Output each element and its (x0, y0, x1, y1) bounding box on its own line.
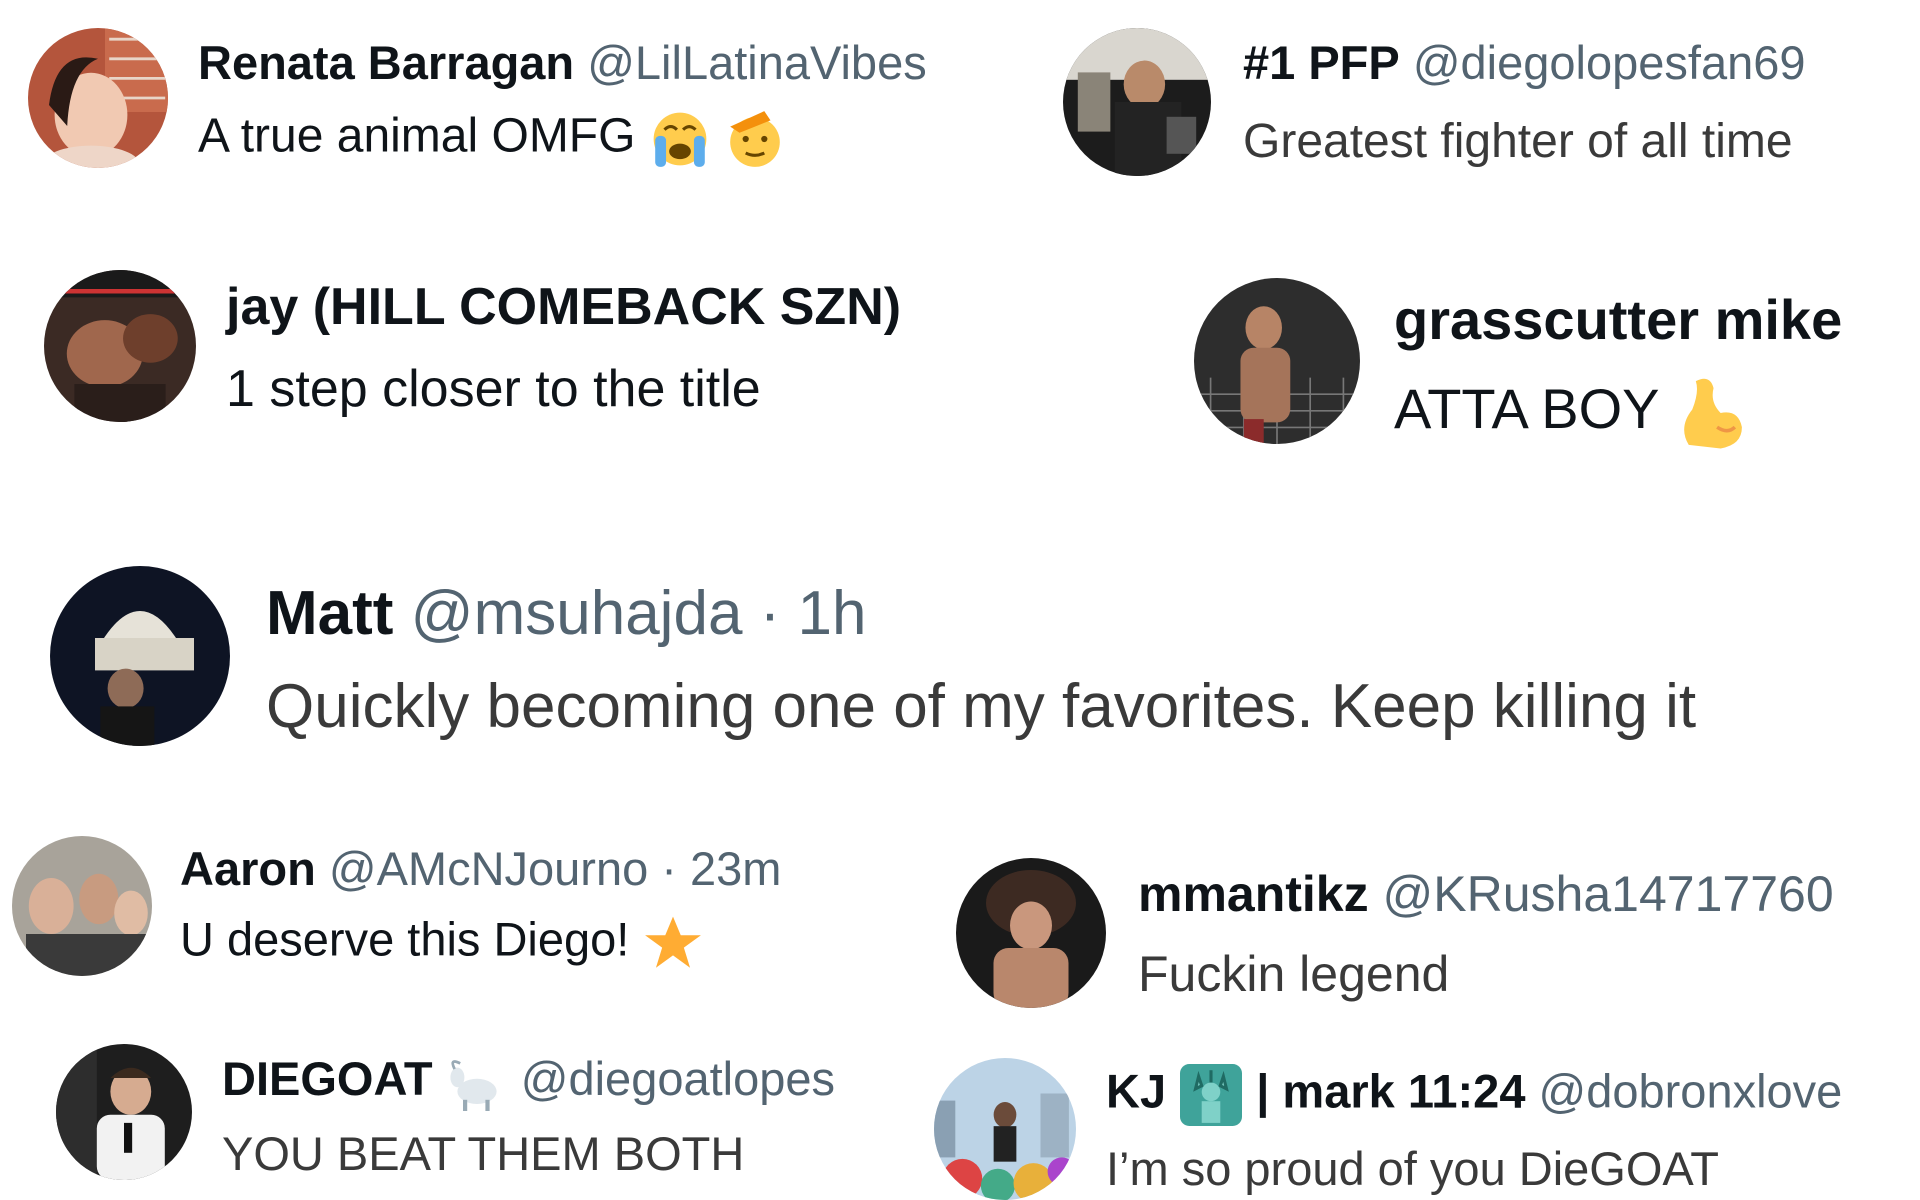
crying-face-icon (649, 108, 711, 170)
timestamp[interactable]: · 1h (760, 579, 867, 648)
goat-icon (446, 1055, 508, 1111)
reply-text: YOU BEAT THEM BOTH (222, 1126, 745, 1180)
reply-text: U deserve this Diego! (180, 912, 630, 966)
avatar[interactable] (28, 28, 168, 168)
author-name[interactable]: jay (HILL COMEBACK SZN) (226, 278, 901, 336)
author-handle[interactable]: @diegolopesfan69 (1413, 36, 1806, 89)
author-handle[interactable]: @dobronxlove (1539, 1064, 1843, 1117)
reply-text: Quickly becoming one of my favorites. Ke… (266, 672, 1697, 742)
reply-text: Fuckin legend (1138, 945, 1450, 1002)
reply-text: I’m so proud of you DieGOAT (1106, 1142, 1719, 1195)
saluting-face-icon (724, 108, 786, 170)
author-name[interactable]: Aaron (180, 842, 316, 895)
reply-text: ATTA BOY (1394, 377, 1659, 441)
author-handle[interactable]: @msuhajda (411, 579, 743, 648)
author-name[interactable]: #1 PFP (1243, 36, 1400, 89)
flexed-biceps-icon (1674, 374, 1746, 452)
author-name[interactable]: Renata Barragan (198, 36, 574, 89)
avatar[interactable] (1063, 28, 1211, 176)
avatar[interactable] (956, 858, 1106, 1008)
author-handle[interactable]: @AMcNJourno (329, 842, 648, 895)
author-name[interactable]: grasscutter mike (1394, 288, 1842, 351)
author-handle[interactable]: @diegoatlopes (521, 1052, 835, 1105)
author-handle[interactable]: @LilLatinaVibes (587, 36, 927, 89)
author-handle[interactable]: @KRusha14717760 (1383, 866, 1834, 922)
avatar[interactable] (12, 836, 152, 976)
author-name[interactable]: DIEGOAT (222, 1052, 433, 1105)
avatar[interactable] (50, 566, 230, 746)
author-name-suffix[interactable]: | mark 11:24 (1256, 1064, 1525, 1117)
reply-text: 1 step closer to the title (226, 359, 761, 418)
avatar[interactable] (1194, 278, 1360, 444)
avatar[interactable] (934, 1058, 1076, 1200)
reply-text: A true animal OMFG (198, 109, 636, 163)
author-name[interactable]: Matt (266, 579, 393, 648)
author-name[interactable]: mmantikz (1138, 866, 1369, 922)
avatar[interactable] (56, 1044, 192, 1180)
reply-text: Greatest fighter of all time (1243, 115, 1793, 169)
timestamp[interactable]: · 23m (661, 842, 781, 895)
author-name[interactable]: KJ (1106, 1064, 1166, 1117)
star-icon (642, 912, 704, 974)
statue-of-liberty-icon (1179, 1064, 1243, 1126)
avatar[interactable] (44, 270, 196, 422)
